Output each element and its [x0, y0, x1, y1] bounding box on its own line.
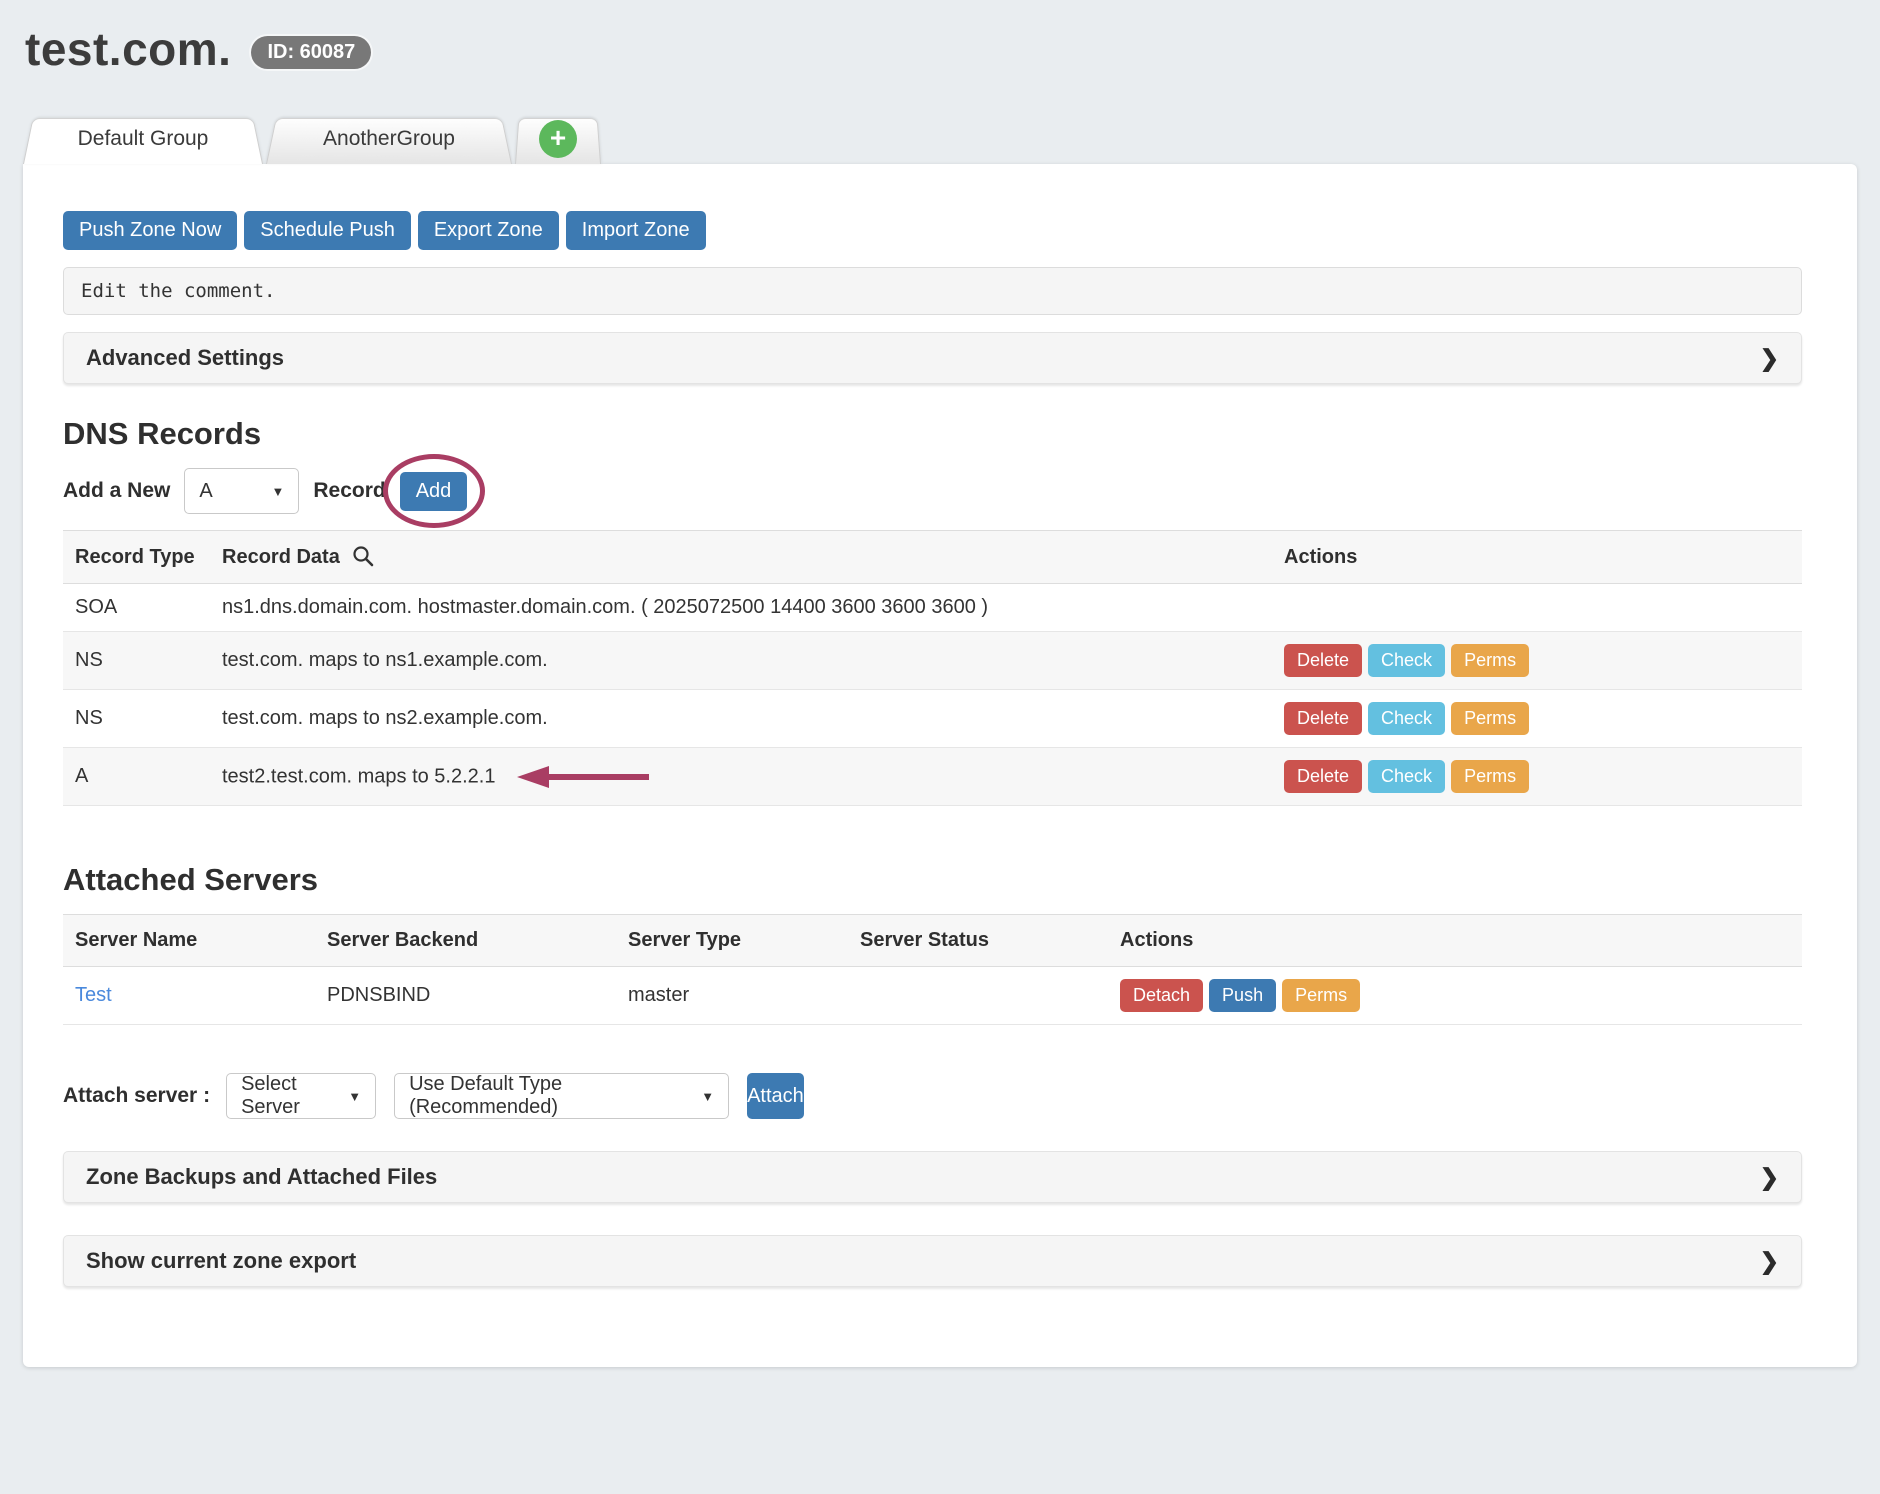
detach-button[interactable]: Detach — [1120, 979, 1203, 1012]
group-tabs: Default Group AnotherGroup + — [23, 114, 1880, 164]
server-type-select[interactable]: Use Default Type (Recommended) ▼ — [394, 1073, 729, 1119]
record-type-cell: SOA — [63, 584, 210, 632]
add-button-wrapper: Add — [400, 472, 468, 511]
plus-icon[interactable]: + — [539, 120, 577, 158]
dns-records-heading: DNS Records — [63, 416, 1802, 452]
zone-export-accordion[interactable]: Show current zone export ❯ — [63, 1235, 1802, 1287]
record-type-cell: A — [63, 748, 210, 806]
check-button[interactable]: Check — [1368, 760, 1445, 793]
server-name-cell: Test — [63, 967, 315, 1025]
attach-server-row: Attach server : Select Server ▼ Use Defa… — [63, 1073, 1802, 1119]
record-type-cell: NS — [63, 632, 210, 690]
zone-id-badge: ID: 60087 — [251, 36, 371, 69]
export-zone-button[interactable]: Export Zone — [418, 211, 559, 250]
dns-records-table: Record Type Record Data Actions SOA ns1.… — [63, 530, 1802, 806]
perms-button[interactable]: Perms — [1451, 702, 1529, 735]
server-type-cell: master — [616, 967, 848, 1025]
server-select-value: Select Server — [241, 1073, 334, 1119]
table-row-ns1: NS test.com. maps to ns1.example.com. De… — [63, 632, 1802, 690]
delete-button[interactable]: Delete — [1284, 702, 1362, 735]
record-type-select[interactable]: A ▼ — [184, 468, 299, 514]
server-backend-header: Server Backend — [315, 915, 616, 967]
zone-toolbar: Push Zone Now Schedule Push Export Zone … — [63, 211, 1802, 250]
schedule-push-button[interactable]: Schedule Push — [244, 211, 411, 250]
server-name-header: Server Name — [63, 915, 315, 967]
search-icon[interactable] — [352, 545, 374, 567]
chevron-right-icon: ❯ — [1760, 345, 1779, 372]
tab-another-group[interactable]: AnotherGroup — [266, 114, 512, 164]
record-type-header: Record Type — [63, 531, 210, 584]
table-row-a-record: A test2.test.com. maps to 5.2.2.1 Delete… — [63, 748, 1802, 806]
add-record-row: Add a New A ▼ Record Add — [63, 468, 1802, 514]
chevron-down-icon: ▼ — [334, 1089, 361, 1104]
page-header: test.com. ID: 60087 — [0, 0, 1880, 76]
import-zone-button[interactable]: Import Zone — [566, 211, 706, 250]
record-data-header-label: Record Data — [222, 546, 340, 568]
record-data-cell: test2.test.com. maps to 5.2.2.1 — [210, 748, 1272, 806]
perms-button[interactable]: Perms — [1451, 760, 1529, 793]
servers-table-header-row: Server Name Server Backend Server Type S… — [63, 915, 1802, 967]
record-type-selected-value: A — [199, 480, 212, 503]
record-type-cell: NS — [63, 690, 210, 748]
record-data-cell: ns1.dns.domain.com. hostmaster.domain.co… — [210, 584, 1272, 632]
table-row-soa: SOA ns1.dns.domain.com. hostmaster.domai… — [63, 584, 1802, 632]
table-row-ns2: NS test.com. maps to ns2.example.com. De… — [63, 690, 1802, 748]
tab-label: Default Group — [78, 127, 209, 151]
check-button[interactable]: Check — [1368, 644, 1445, 677]
chevron-down-icon: ▼ — [257, 484, 284, 499]
add-record-suffix-label: Record — [313, 479, 385, 503]
record-data-cell: test.com. maps to ns1.example.com. — [210, 632, 1272, 690]
accordion-title: Show current zone export — [86, 1248, 356, 1274]
server-type-header: Server Type — [616, 915, 848, 967]
server-status-cell — [848, 967, 1108, 1025]
attach-button[interactable]: Attach — [747, 1073, 804, 1119]
add-record-prefix-label: Add a New — [63, 479, 170, 503]
dns-table-header-row: Record Type Record Data Actions — [63, 531, 1802, 584]
delete-button[interactable]: Delete — [1284, 644, 1362, 677]
server-link[interactable]: Test — [75, 984, 112, 1006]
record-actions-cell: Delete Check Perms — [1272, 748, 1802, 806]
attach-server-label: Attach server : — [63, 1084, 210, 1108]
record-actions-cell: Delete Check Perms — [1272, 632, 1802, 690]
record-actions-cell: Delete Check Perms — [1272, 690, 1802, 748]
server-select[interactable]: Select Server ▼ — [226, 1073, 376, 1119]
record-data-text: test2.test.com. maps to 5.2.2.1 — [222, 765, 495, 787]
server-type-select-value: Use Default Type (Recommended) — [409, 1073, 687, 1119]
check-button[interactable]: Check — [1368, 702, 1445, 735]
zone-backups-accordion[interactable]: Zone Backups and Attached Files ❯ — [63, 1151, 1802, 1203]
server-status-header: Server Status — [848, 915, 1108, 967]
zone-comment-field[interactable]: Edit the comment. — [63, 267, 1802, 315]
chevron-right-icon: ❯ — [1760, 1248, 1779, 1275]
server-actions-header: Actions — [1108, 915, 1802, 967]
attached-servers-heading: Attached Servers — [63, 862, 1802, 898]
push-zone-now-button[interactable]: Push Zone Now — [63, 211, 237, 250]
actions-header: Actions — [1272, 531, 1802, 584]
tab-default-group[interactable]: Default Group — [23, 114, 263, 164]
zone-panel: Push Zone Now Schedule Push Export Zone … — [23, 164, 1857, 1367]
add-record-button[interactable]: Add — [400, 472, 468, 511]
record-data-header: Record Data — [210, 531, 1272, 584]
chevron-down-icon: ▼ — [687, 1089, 714, 1104]
server-backend-cell: PDNSBIND — [315, 967, 616, 1025]
chevron-right-icon: ❯ — [1760, 1164, 1779, 1191]
server-actions-cell: Detach Push Perms — [1108, 967, 1802, 1025]
page-title: test.com. — [25, 22, 231, 76]
delete-button[interactable]: Delete — [1284, 760, 1362, 793]
accordion-title: Advanced Settings — [86, 345, 284, 371]
record-data-cell: test.com. maps to ns2.example.com. — [210, 690, 1272, 748]
record-actions-cell — [1272, 584, 1802, 632]
arrow-annotation — [517, 765, 651, 789]
tab-label: AnotherGroup — [323, 127, 455, 151]
perms-button[interactable]: Perms — [1451, 644, 1529, 677]
accordion-title: Zone Backups and Attached Files — [86, 1164, 437, 1190]
attached-servers-table: Server Name Server Backend Server Type S… — [63, 914, 1802, 1025]
table-row-server: Test PDNSBIND master Detach Push Perms — [63, 967, 1802, 1025]
advanced-settings-accordion[interactable]: Advanced Settings ❯ — [63, 332, 1802, 384]
push-button[interactable]: Push — [1209, 979, 1276, 1012]
perms-button[interactable]: Perms — [1282, 979, 1360, 1012]
tab-add-group[interactable]: + — [515, 114, 601, 164]
